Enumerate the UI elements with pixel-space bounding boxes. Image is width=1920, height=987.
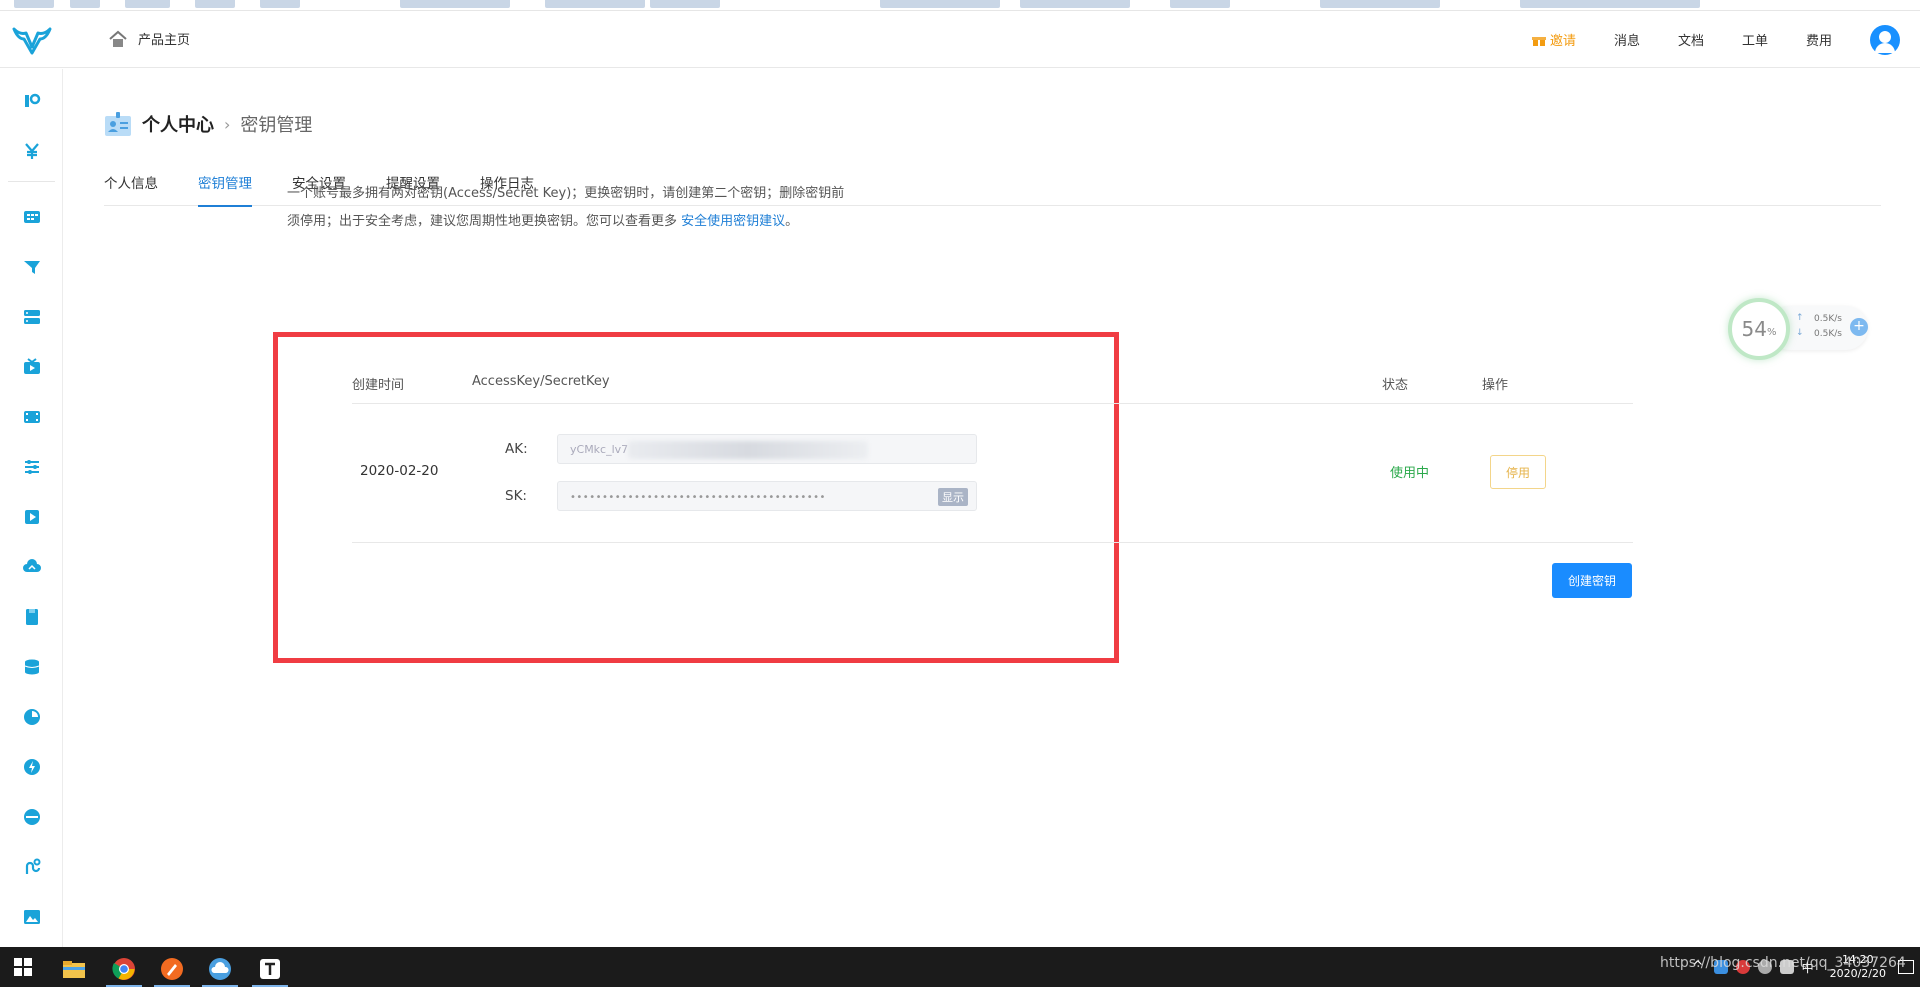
- file-explorer-icon[interactable]: [52, 951, 96, 987]
- sidebar-media-icon[interactable]: [22, 407, 42, 427]
- header-created-time: 创建时间: [352, 378, 405, 393]
- security-advice-link[interactable]: 安全使用密钥建议: [681, 214, 785, 229]
- bookmark[interactable]: [545, 0, 645, 8]
- sidebar-settings-sliders-icon[interactable]: [22, 457, 42, 477]
- home-icon: [109, 30, 127, 47]
- download-arrow-icon: ↓: [1796, 328, 1804, 338]
- invite-label: 邀请: [1549, 34, 1576, 49]
- sidebar-video-icon[interactable]: [22, 507, 42, 527]
- breadcrumb: 个人中心 › 密钥管理: [104, 111, 312, 137]
- key-table-header: 创建时间 AccessKey/SecretKey 状态 操作: [352, 362, 1633, 404]
- breadcrumb-separator: ›: [224, 114, 231, 134]
- header-access-secret-key: AccessKey/SecretKey: [472, 374, 610, 389]
- status-badge: 使用中: [1390, 466, 1430, 481]
- ak-redaction-blur: [628, 441, 868, 459]
- key-notice: 一个账号最多拥有两对密钥(Access/Secret Key)；更换密钥时，请创…: [287, 180, 847, 236]
- product-home-label: 产品主页: [138, 33, 191, 48]
- sk-label: SK:: [505, 488, 527, 504]
- blog-watermark: https://blog.csdn.net/qq_34037264: [1660, 955, 1906, 971]
- windows-taskbar: ^ 中 14:20 2020/2/20 https://blog.csdn.ne…: [0, 947, 1920, 987]
- chrome-icon[interactable]: [102, 951, 146, 987]
- table-row: 2020-02-20 AK: yCMkc_lv7 SK: •••••••••••…: [352, 404, 1633, 543]
- sidebar-network-icon[interactable]: [22, 807, 42, 827]
- sidebar-divider: [8, 181, 55, 182]
- sidebar-billing-icon[interactable]: [22, 141, 42, 161]
- sk-masked-value: ••••••••••••••••••••••••••••••••••••••••: [570, 492, 826, 503]
- download-speed: 0.5K/s: [1814, 329, 1842, 339]
- nav-billing[interactable]: 费用: [1806, 30, 1832, 49]
- typora-app-icon[interactable]: [248, 951, 292, 987]
- user-avatar[interactable]: [1870, 24, 1900, 55]
- bookmark[interactable]: [1520, 0, 1700, 8]
- bookmark[interactable]: [1170, 0, 1230, 8]
- memory-usage-ring: 54%: [1728, 298, 1790, 360]
- header-nav: 邀请 消息 文档 工单 费用: [1531, 11, 1920, 68]
- upload-speed: 0.5K/s: [1814, 314, 1842, 324]
- create-key-button[interactable]: 创建密钥: [1552, 563, 1632, 598]
- bookmark[interactable]: [1320, 0, 1440, 8]
- bookmarks-bar: [0, 0, 1920, 11]
- sidebar-overview-icon[interactable]: [22, 91, 42, 111]
- brand-logo-icon[interactable]: [12, 25, 52, 55]
- sidebar-cdn-icon[interactable]: [22, 257, 42, 277]
- cloud-app-icon[interactable]: [198, 951, 242, 987]
- usage-percent: 54: [1741, 317, 1767, 341]
- sidebar-function-icon[interactable]: [22, 757, 42, 777]
- bookmark[interactable]: [650, 0, 720, 8]
- sidebar-storage-icon[interactable]: [22, 307, 42, 327]
- header-status: 状态: [1382, 378, 1409, 393]
- bookmark[interactable]: [125, 0, 170, 8]
- usage-unit: %: [1766, 326, 1777, 338]
- ak-label: AK:: [505, 441, 528, 457]
- tab-personal-info[interactable]: 个人信息: [104, 165, 158, 206]
- tab-key-management[interactable]: 密钥管理: [198, 165, 252, 207]
- page-title[interactable]: 个人中心: [142, 111, 214, 137]
- sk-field[interactable]: ••••••••••••••••••••••••••••••••••••••••…: [557, 481, 977, 511]
- sidebar-image-icon[interactable]: [22, 907, 42, 927]
- ak-field[interactable]: yCMkc_lv7: [557, 434, 977, 464]
- sidebar-grid-icon[interactable]: [22, 207, 42, 227]
- editor-app-icon[interactable]: [150, 951, 194, 987]
- notice-suffix: 。: [785, 214, 799, 229]
- bookmark[interactable]: [1020, 0, 1130, 8]
- upload-arrow-icon: ↑: [1796, 313, 1804, 323]
- sidebar-analytics-icon[interactable]: [22, 707, 42, 727]
- invite-link[interactable]: 邀请: [1531, 30, 1576, 49]
- bookmark[interactable]: [400, 0, 510, 8]
- windows-start-icon[interactable]: [14, 958, 32, 976]
- sidebar-route-icon[interactable]: [22, 857, 42, 877]
- header-action: 操作: [1482, 378, 1509, 393]
- top-header: 产品主页 邀请 消息 文档 工单 费用: [0, 11, 1920, 68]
- nav-docs[interactable]: 文档: [1678, 30, 1704, 49]
- left-sidebar: [0, 69, 63, 947]
- sidebar-database-icon[interactable]: [22, 657, 42, 677]
- sidebar-cloud-icon[interactable]: [22, 557, 42, 577]
- bookmark[interactable]: [195, 0, 235, 8]
- row-created-date: 2020-02-20: [360, 463, 439, 479]
- show-secret-button[interactable]: 显示: [938, 488, 968, 506]
- sidebar-document-icon[interactable]: [22, 607, 42, 627]
- nav-tickets[interactable]: 工单: [1742, 30, 1768, 49]
- nav-messages[interactable]: 消息: [1614, 30, 1640, 49]
- bookmark[interactable]: [260, 0, 300, 8]
- ak-value: yCMkc_lv7: [570, 443, 629, 456]
- product-home-link[interactable]: 产品主页: [108, 29, 190, 48]
- network-speed-widget[interactable]: 54% ↑ 0.5K/s ↓ 0.5K/s +: [1728, 298, 1872, 360]
- breadcrumb-current: 密钥管理: [240, 115, 313, 136]
- bookmark[interactable]: [880, 0, 1000, 8]
- id-card-icon: [105, 112, 131, 136]
- bookmark[interactable]: [14, 0, 54, 8]
- disable-key-button[interactable]: 停用: [1490, 455, 1546, 489]
- gift-icon: [1531, 34, 1546, 46]
- bookmark[interactable]: [70, 0, 100, 8]
- sidebar-live-icon[interactable]: [22, 357, 42, 377]
- plus-icon[interactable]: +: [1850, 318, 1868, 336]
